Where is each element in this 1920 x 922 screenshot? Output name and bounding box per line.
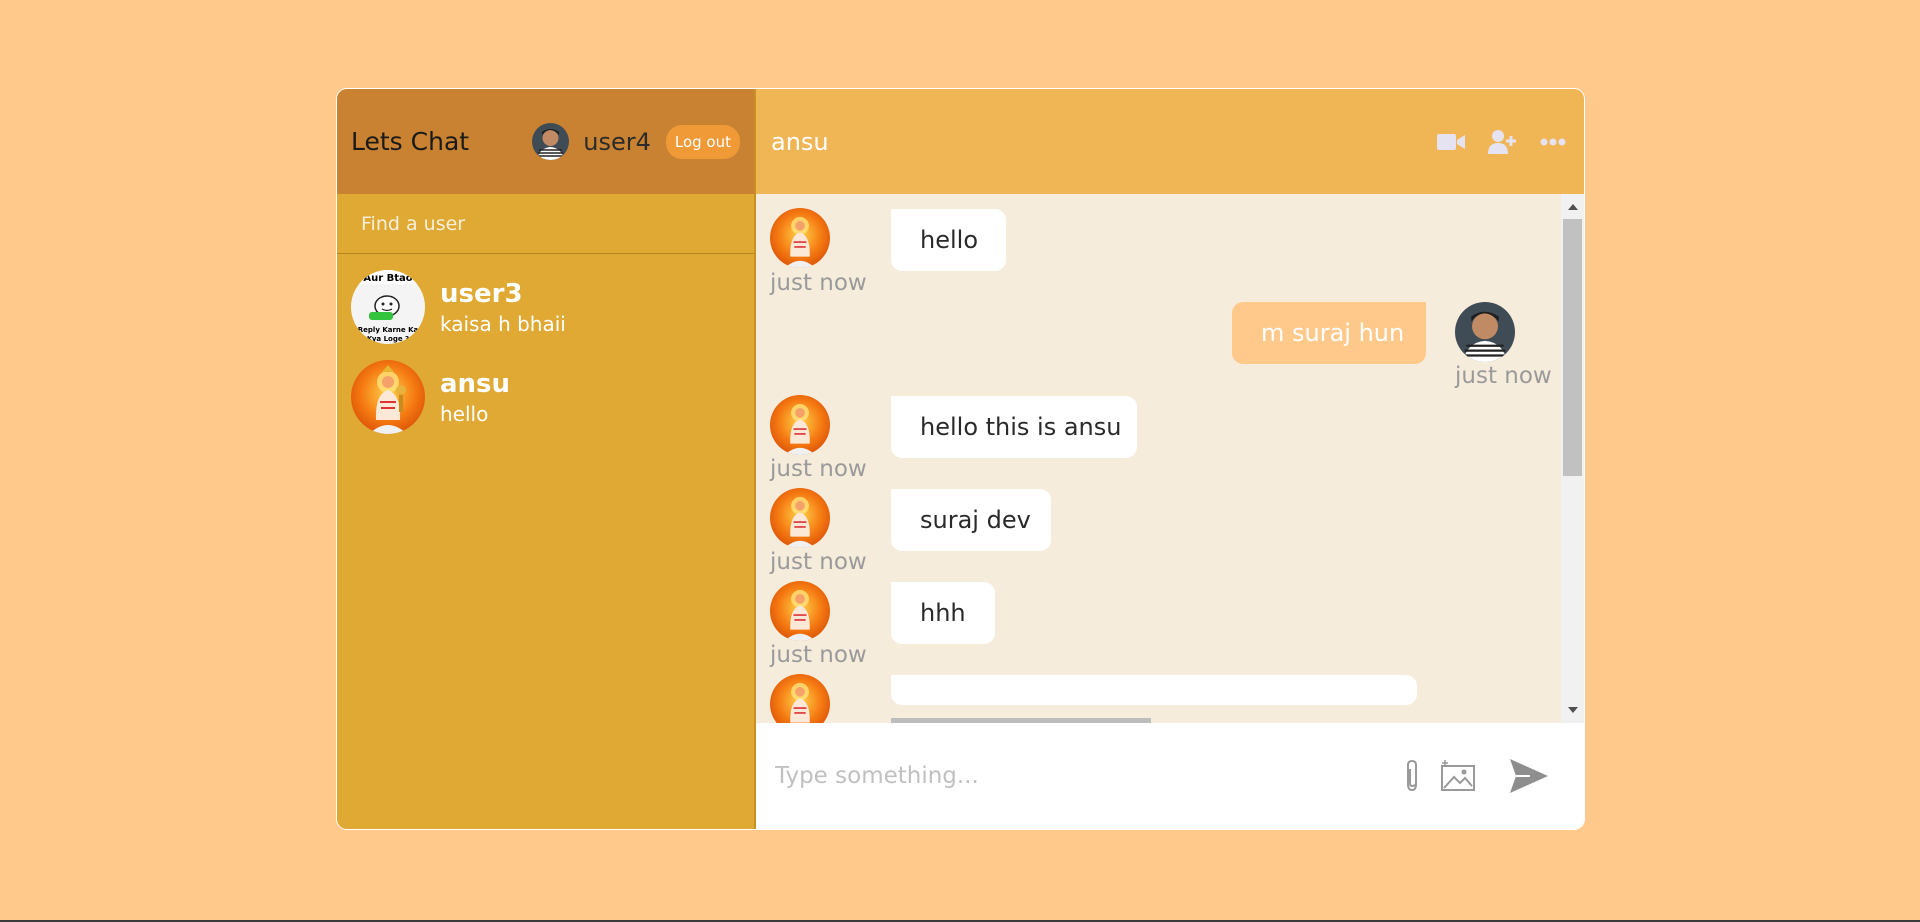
message-time: just now (1455, 363, 1552, 389)
app-logo: Lets Chat (351, 127, 470, 156)
video-call-icon[interactable] (1434, 125, 1468, 159)
message-input[interactable] (773, 762, 1402, 790)
sender-avatar (770, 674, 830, 723)
scroll-up-icon[interactable] (1568, 204, 1578, 210)
chat-title: ansu (771, 127, 829, 156)
chat-name: user3 (440, 278, 523, 309)
message-composer (756, 723, 1584, 829)
chat-last-message: kaisa h bhaii (440, 311, 566, 336)
chat-panel: ansu hello just now m suraj hun just now… (756, 89, 1584, 829)
message-bubble: hello (891, 209, 1006, 271)
current-user-avatar (532, 123, 570, 160)
sender-avatar (770, 488, 830, 548)
sidebar: Lets Chat user4 Log out A (337, 89, 756, 829)
current-user-name: user4 (583, 127, 651, 156)
message-bubble: suraj dev (891, 489, 1051, 551)
message-time: just now (770, 456, 867, 482)
chat-list-item-user3[interactable]: Aur Btao Reply Karne Ka Kya Loge ? user3… (337, 254, 754, 344)
message-bubble (891, 675, 1417, 705)
sender-avatar (770, 395, 830, 455)
sender-avatar (770, 581, 830, 641)
sender-avatar (770, 208, 830, 268)
chat-list-item-ansu[interactable]: ansu hello (337, 344, 754, 434)
message-bubble: m suraj hun (1232, 302, 1426, 364)
chat-app: Lets Chat user4 Log out A (336, 88, 1585, 830)
add-image-icon[interactable] (1440, 760, 1476, 792)
chat-name: ansu (440, 368, 511, 399)
svg-text:Reply Karne Ka: Reply Karne Ka (358, 326, 419, 334)
message-time: just now (770, 642, 867, 668)
chat-last-message: hello (440, 401, 489, 426)
scrollbar-thumb[interactable] (1563, 219, 1582, 476)
user-search (337, 194, 754, 254)
own-avatar (1455, 302, 1515, 362)
message-list[interactable]: hello just now m suraj hun just now hell… (756, 194, 1584, 723)
svg-text:Kya Loge ?: Kya Loge ? (367, 335, 409, 343)
horizontal-scrollbar[interactable] (891, 718, 1151, 723)
add-user-icon[interactable] (1485, 125, 1519, 159)
svg-text:Aur Btao: Aur Btao (363, 273, 412, 284)
send-icon[interactable] (1510, 759, 1548, 793)
attach-file-icon[interactable] (1402, 759, 1422, 793)
logout-button[interactable]: Log out (665, 124, 740, 159)
meme-avatar: Aur Btao Reply Karne Ka Kya Loge ? (351, 270, 425, 344)
more-options-icon[interactable] (1536, 125, 1570, 159)
message-time: just now (770, 549, 867, 575)
search-input[interactable] (359, 211, 732, 236)
deity-avatar (351, 360, 425, 434)
sidebar-header: Lets Chat user4 Log out (337, 89, 754, 194)
chat-header: ansu (756, 89, 1584, 194)
message-bubble: hello this is ansu (891, 396, 1137, 458)
vertical-scrollbar[interactable] (1561, 194, 1584, 723)
scroll-down-icon[interactable] (1568, 707, 1578, 713)
message-bubble: hhh (891, 582, 995, 644)
message-time: just now (770, 270, 867, 296)
